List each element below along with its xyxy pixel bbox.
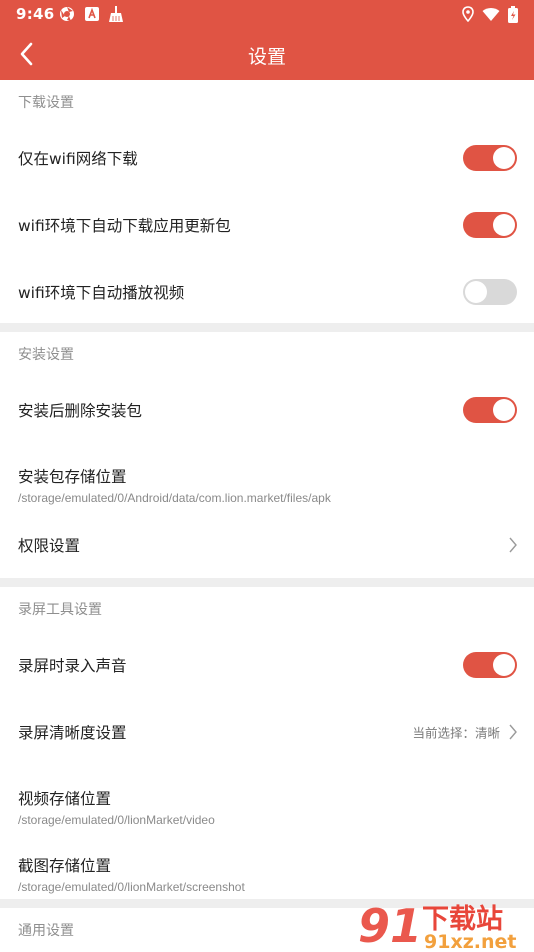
svg-text:91: 91 [358, 899, 422, 950]
section-divider [0, 578, 534, 587]
setting-label: wifi环境下自动播放视频 [18, 283, 185, 302]
delete-after-install-toggle[interactable] [463, 396, 517, 423]
watermark-logo: 91 下载站 91xz.net [358, 899, 516, 950]
setting-row-delete-after-install[interactable]: 安装后删除安装包 [0, 376, 534, 443]
app-bar: 设置 [0, 28, 534, 80]
setting-row-apk-storage-location[interactable]: 安装包存储位置 /storage/emulated/0/Android/data… [0, 443, 534, 512]
setting-label: wifi环境下自动下载应用更新包 [18, 216, 231, 235]
setting-path: /storage/emulated/0/lionMarket/video [18, 813, 215, 827]
setting-row-wifi-only-download[interactable]: 仅在wifi网络下载 [0, 124, 534, 191]
app-a-icon [85, 7, 99, 21]
setting-row-auto-play-video[interactable]: wifi环境下自动播放视频 [0, 258, 534, 325]
toggle-knob [493, 213, 515, 236]
wifi-icon [482, 7, 500, 21]
setting-label: 截图存储位置 [18, 857, 112, 875]
chevron-right-icon [509, 537, 517, 553]
setting-label: 仅在wifi网络下载 [18, 149, 138, 168]
auto-play-video-toggle[interactable] [463, 278, 517, 305]
auto-download-updates-toggle[interactable] [463, 211, 517, 238]
setting-row-screenshot-storage-location[interactable]: 截图存储位置 /storage/emulated/0/lionMarket/sc… [0, 832, 534, 899]
battery-icon [508, 5, 518, 23]
setting-label: 录屏时录入声音 [18, 656, 127, 675]
chrome-icon [60, 7, 74, 21]
setting-path: /storage/emulated/0/Android/data/com.lio… [18, 491, 331, 505]
section-header-install: 安装设置 [18, 347, 74, 363]
status-bar: 9:46 [0, 0, 534, 28]
section-header-screen-record: 录屏工具设置 [18, 602, 102, 618]
watermark-text-url: 91xz.net [424, 931, 516, 950]
setting-row-video-storage-location[interactable]: 视频存储位置 /storage/emulated/0/lionMarket/vi… [0, 765, 534, 832]
setting-label: 安装包存储位置 [18, 468, 127, 486]
setting-label: 录屏清晰度设置 [18, 723, 127, 742]
current-quality-value: 当前选择：清晰 [412, 725, 500, 740]
toggle-knob [465, 280, 487, 303]
toggle-knob [493, 146, 515, 169]
page-title: 设置 [247, 46, 286, 68]
settings-list: 下载设置 仅在wifi网络下载 wifi环境下自动下载应用更新包 wifi环境下… [0, 80, 534, 952]
setting-label: 安装后删除安装包 [18, 401, 143, 420]
setting-row-record-quality[interactable]: 录屏清晰度设置 当前选择：清晰 [0, 698, 534, 765]
broom-icon [109, 6, 123, 22]
chevron-right-icon [509, 724, 517, 739]
setting-row-permissions[interactable]: 权限设置 [0, 512, 534, 578]
toggle-knob [493, 398, 515, 421]
record-audio-toggle[interactable] [463, 651, 517, 678]
setting-row-auto-download-updates[interactable]: wifi环境下自动下载应用更新包 [0, 191, 534, 258]
wifi-only-download-toggle[interactable] [463, 144, 517, 171]
toggle-knob [493, 653, 515, 676]
section-header-download: 下载设置 [18, 95, 74, 111]
status-time: 9:46 [16, 5, 55, 23]
setting-label: 权限设置 [18, 537, 81, 555]
setting-path: /storage/emulated/0/lionMarket/screensho… [18, 880, 245, 894]
location-icon [462, 6, 474, 22]
setting-label: 视频存储位置 [18, 790, 112, 808]
setting-row-record-audio[interactable]: 录屏时录入声音 [0, 631, 534, 698]
